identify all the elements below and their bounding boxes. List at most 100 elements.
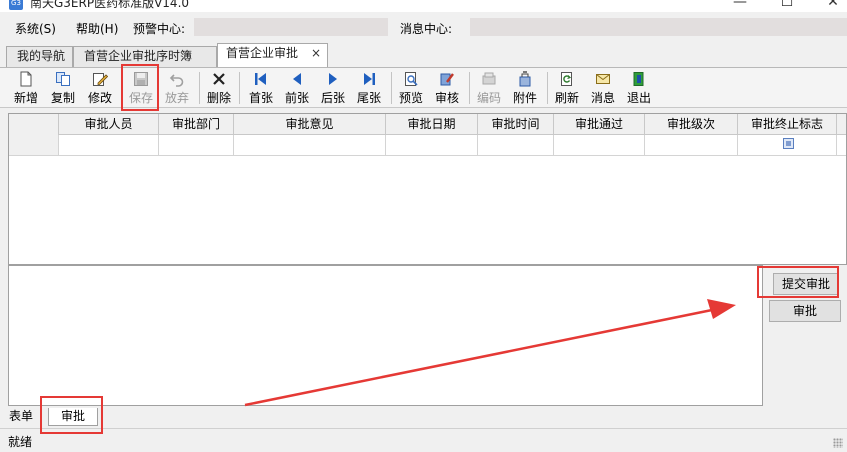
- previous-record-button[interactable]: 前张: [279, 70, 315, 106]
- status-bar: 就绪: [0, 428, 847, 452]
- toolbar-separator: [199, 72, 200, 104]
- termination-flag-checkbox[interactable]: [783, 138, 794, 149]
- exit-button[interactable]: 退出: [621, 70, 657, 106]
- table-cell[interactable]: [234, 135, 386, 155]
- next-record-button[interactable]: 后张: [315, 70, 351, 106]
- table-row[interactable]: [9, 135, 846, 156]
- last-record-icon: [364, 73, 375, 85]
- minimize-icon[interactable]: —: [725, 0, 755, 10]
- toolbar-label: 退出: [626, 91, 651, 105]
- save-button[interactable]: 保存: [123, 70, 159, 106]
- bottom-tab-bar: 表单 审批: [0, 406, 847, 428]
- save-icon: [134, 72, 148, 86]
- code-button[interactable]: 编码: [471, 70, 507, 106]
- toolbar-label: 编码: [476, 91, 501, 105]
- document-tab-bar: 我的导航 首营企业审批序时簿 首营企业审批 ×: [0, 40, 847, 68]
- alert-center-field[interactable]: [194, 18, 388, 36]
- column-header[interactable]: 审批级次: [645, 114, 738, 135]
- first-record-button[interactable]: 首张: [243, 70, 279, 106]
- discard-button[interactable]: 放弃: [159, 70, 195, 106]
- menu-system[interactable]: 系统(S): [15, 20, 56, 37]
- tab-label: 我的导航: [17, 49, 66, 63]
- column-header[interactable]: 审批部门: [159, 114, 234, 135]
- column-header[interactable]: 审批日期: [386, 114, 478, 135]
- resize-grip-icon[interactable]: [833, 438, 843, 448]
- toolbar-label: 刷新: [554, 91, 579, 105]
- last-record-button[interactable]: 尾张: [351, 70, 387, 106]
- toolbar-label: 放弃: [164, 91, 189, 105]
- toolbar-label: 首张: [248, 91, 273, 105]
- delete-button[interactable]: 删除: [201, 70, 237, 106]
- table-cell[interactable]: [738, 135, 837, 155]
- tab-approval[interactable]: 审批: [48, 408, 98, 426]
- attachment-button[interactable]: 附件: [507, 70, 543, 106]
- row-header[interactable]: [9, 135, 59, 155]
- message-center-label: 消息中心:: [400, 22, 453, 36]
- row-header-corner: [9, 114, 59, 135]
- table-cell[interactable]: [386, 135, 478, 155]
- tab-approval-journal[interactable]: 首营企业审批序时簿: [73, 46, 217, 67]
- copy-icon: [56, 72, 70, 86]
- app-logo-icon: G3: [9, 0, 23, 10]
- toolbar-label: 保存: [128, 91, 153, 105]
- toolbar-label: 复制: [50, 91, 75, 105]
- column-header[interactable]: 审批通过: [554, 114, 645, 135]
- close-icon[interactable]: ×: [311, 44, 321, 63]
- message-icon: [596, 74, 610, 84]
- submit-approval-button[interactable]: 提交审批: [773, 273, 839, 295]
- delete-icon: [213, 73, 225, 85]
- grid-header: 审批人员 审批部门 审批意见 审批日期 审批时间 审批通过 审批级次 审批终止标…: [9, 114, 846, 135]
- exit-icon: [633, 72, 644, 86]
- preview-button[interactable]: 预览: [393, 70, 429, 106]
- toolbar-label: 新增: [13, 91, 38, 105]
- toolbar-label: 附件: [512, 91, 537, 105]
- column-header[interactable]: 审批意见: [234, 114, 386, 135]
- audit-button[interactable]: 审核: [429, 70, 465, 106]
- message-button[interactable]: 消息: [585, 70, 621, 106]
- table-cell[interactable]: [59, 135, 159, 155]
- new-document-icon: [20, 71, 32, 87]
- attachment-icon: [519, 71, 531, 87]
- tab-label: 首营企业审批: [226, 46, 299, 60]
- toolbar: 新增 复制 修改 保存 放弃 删除 首张 前张 后张 尾张 预览 审核 编码 附…: [0, 68, 847, 108]
- new-button[interactable]: 新增: [8, 70, 44, 106]
- toolbar-separator: [547, 72, 548, 104]
- copy-button[interactable]: 复制: [45, 70, 81, 106]
- approve-button[interactable]: 审批: [769, 300, 841, 322]
- alert-center-label: 预警中心:: [133, 22, 186, 36]
- code-icon: [482, 72, 496, 85]
- approval-detail-panel[interactable]: [8, 265, 763, 406]
- previous-record-icon: [293, 73, 301, 85]
- approval-grid[interactable]: 审批人员 审批部门 审批意见 审批日期 审批时间 审批通过 审批级次 审批终止标…: [8, 113, 847, 265]
- maximize-icon[interactable]: ☐: [772, 0, 802, 10]
- toolbar-separator: [239, 72, 240, 104]
- toolbar-label: 审核: [434, 91, 459, 105]
- edit-button[interactable]: 修改: [82, 70, 118, 106]
- refresh-icon: [561, 72, 572, 86]
- table-cell[interactable]: [645, 135, 738, 155]
- message-center-field[interactable]: [470, 18, 847, 36]
- table-cell[interactable]: [554, 135, 645, 155]
- close-icon[interactable]: ✕: [818, 0, 847, 10]
- refresh-button[interactable]: 刷新: [549, 70, 585, 106]
- undo-icon: [169, 74, 184, 87]
- column-header[interactable]: 审批人员: [59, 114, 159, 135]
- first-record-icon: [255, 73, 266, 85]
- table-cell[interactable]: [159, 135, 234, 155]
- title-bar: G3 南天G3ERP医药标准版V14.0 — ☐ ✕: [0, 0, 847, 12]
- tab-label: 首营企业审批序时簿: [84, 49, 193, 63]
- tab-first-business-approval[interactable]: 首营企业审批 ×: [217, 43, 328, 67]
- audit-icon: [440, 73, 454, 86]
- menu-bar: 系统(S) 帮助(H) 预警中心: 消息中心:: [0, 12, 847, 40]
- toolbar-label: 修改: [87, 91, 112, 105]
- table-cell[interactable]: [478, 135, 554, 155]
- edit-icon: [93, 73, 108, 86]
- tab-form[interactable]: 表单: [5, 408, 37, 426]
- toolbar-label: 尾张: [356, 91, 381, 105]
- column-header[interactable]: 审批时间: [478, 114, 554, 135]
- tab-my-navigation[interactable]: 我的导航: [6, 46, 73, 67]
- column-header[interactable]: 审批终止标志: [738, 114, 837, 135]
- menu-help[interactable]: 帮助(H): [76, 20, 118, 37]
- toolbar-label: 消息: [590, 91, 615, 105]
- toolbar-label: 后张: [320, 91, 345, 105]
